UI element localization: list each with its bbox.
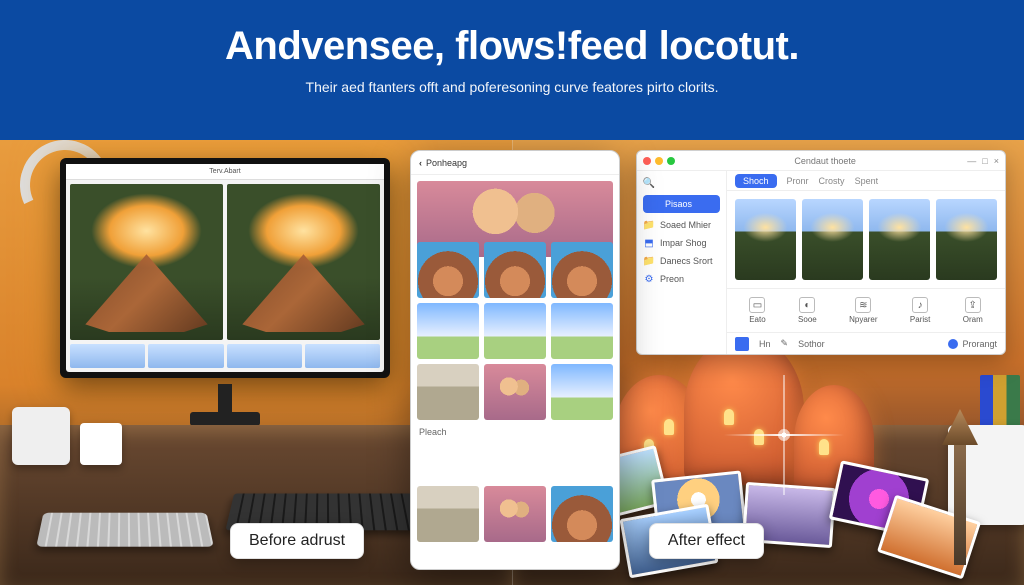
tool-label: Oram [963, 315, 983, 324]
device-box [12, 407, 70, 465]
gallery-section-label: Pleach [417, 425, 613, 481]
search-icon: 🔍 [643, 177, 655, 189]
sidebar-item[interactable]: ⚙ Preon [643, 273, 720, 285]
tower-model [940, 405, 980, 565]
tool-button[interactable]: ▭ Eato [749, 297, 765, 324]
small-box [80, 423, 122, 465]
folder-icon: 📁 [643, 219, 655, 231]
window-max-icon[interactable]: □ [982, 156, 987, 166]
tablet-gallery: ‹ Ponheapg Pleach [410, 150, 620, 570]
tag-icon: ⬒ [643, 237, 655, 249]
monitor-thumbstrip [66, 344, 384, 372]
footer-label: Hn [759, 339, 771, 349]
window-close-icon[interactable]: × [994, 156, 999, 166]
window-min-icon[interactable]: — [967, 156, 976, 166]
app-window: Cendaut thoete — □ × 🔍 ▣ Pisaos 📁 Soaed … [636, 150, 1006, 355]
gallery-photo[interactable] [551, 303, 613, 359]
gallery-photo[interactable] [417, 242, 479, 298]
tablet-title: Ponheapg [426, 158, 467, 168]
desktop-monitor: Terv.Abart [60, 158, 390, 378]
folder-icon: 📁 [643, 255, 655, 267]
photo-scatter [564, 435, 984, 575]
tool-label: Npyarer [849, 315, 877, 324]
tab[interactable]: Shoch [735, 174, 777, 188]
footer-label: Sothor [798, 339, 825, 349]
tool-button[interactable]: ◐ Sooe [798, 297, 817, 324]
tab[interactable]: Pronr [787, 176, 809, 186]
keyboard-grey [36, 513, 214, 547]
app-photo-row [727, 191, 1005, 288]
adjust-icon: ◐ [799, 297, 815, 313]
gallery-photo[interactable] [551, 242, 613, 298]
app-sidebar: 🔍 ▣ Pisaos 📁 Soaed Mhier ⬒ Impar Shog 📁 … [637, 171, 727, 354]
monitor-photo-right [227, 184, 380, 340]
gallery-photo[interactable] [484, 486, 546, 542]
before-label: Before adrust [230, 523, 364, 559]
back-icon[interactable]: ‹ [419, 158, 422, 168]
sidebar-item-label: Soaed Mhier [660, 220, 711, 230]
tab[interactable]: Spent [855, 176, 879, 186]
gallery-photo[interactable] [417, 364, 479, 420]
music-icon: ♪ [912, 297, 928, 313]
sidebar-item-label: Pisaos [665, 199, 692, 209]
gallery-photo[interactable] [417, 486, 479, 542]
app-photo[interactable] [802, 199, 863, 280]
tool-button[interactable]: ≋ Npyarer [849, 297, 877, 324]
after-label: After effect [649, 523, 764, 559]
sidebar-search[interactable]: 🔍 [643, 177, 720, 189]
sidebar-item-label: Impar Shog [660, 238, 707, 248]
app-tabs: Shoch Pronr Crosty Spent [727, 171, 1005, 191]
tool-button[interactable]: ♪ Parist [910, 297, 930, 324]
app-footer: Hn ✎ Sothor Prorangt [727, 332, 1005, 354]
sidebar-item[interactable]: 📁 Soaed Mhier [643, 219, 720, 231]
hero-subtitle: Their aed ftanters offt and poferesoning… [0, 79, 1024, 95]
app-photo[interactable] [735, 199, 796, 280]
tool-label: Sooe [798, 315, 817, 324]
hero-header: Andvensee, flows!feed locotut. Their aed… [0, 0, 1024, 140]
sidebar-item-label: Danecs Srort [660, 256, 713, 266]
sidebar-item[interactable]: 📁 Danecs Srort [643, 255, 720, 267]
image-icon: ▣ [648, 198, 660, 210]
footer-dot-icon [948, 339, 958, 349]
gallery-photo[interactable] [417, 303, 479, 359]
hero-title: Andvensee, flows!feed locotut. [0, 24, 1024, 69]
tool-label: Eato [749, 315, 765, 324]
tool-label: Parist [910, 315, 930, 324]
layers-icon: ≋ [855, 297, 871, 313]
app-titlebar: Cendaut thoete — □ × [637, 151, 1005, 171]
tool-button[interactable]: ⇪ Oram [963, 297, 983, 324]
app-title: Cendaut thoete [683, 156, 967, 166]
sidebar-item-label: Preon [660, 274, 684, 284]
sidebar-item-primary[interactable]: ▣ Pisaos [643, 195, 720, 213]
gallery-photo[interactable] [551, 364, 613, 420]
app-toolbar: ▭ Eato ◐ Sooe ≋ Npyarer ♪ Parist ⇪ Oram [727, 288, 1005, 332]
tab[interactable]: Crosty [819, 176, 845, 186]
monitor-stand [200, 384, 250, 429]
traffic-lights[interactable] [643, 157, 675, 165]
gear-icon: ⚙ [643, 273, 655, 285]
gallery-photo[interactable] [551, 486, 613, 542]
crop-icon: ▭ [749, 297, 765, 313]
footer-swatch[interactable] [735, 337, 749, 351]
footer-label: ✎ [781, 338, 789, 349]
monitor-photo-left [70, 184, 223, 340]
sidebar-item[interactable]: ⬒ Impar Shog [643, 237, 720, 249]
share-icon: ⇪ [965, 297, 981, 313]
footer-label: Prorangt [962, 339, 997, 349]
gallery-photo[interactable] [484, 364, 546, 420]
app-photo[interactable] [869, 199, 930, 280]
gallery-photo[interactable] [484, 242, 546, 298]
monitor-app-title: Terv.Abart [66, 164, 384, 180]
app-photo[interactable] [936, 199, 997, 280]
gallery-photo[interactable] [484, 303, 546, 359]
